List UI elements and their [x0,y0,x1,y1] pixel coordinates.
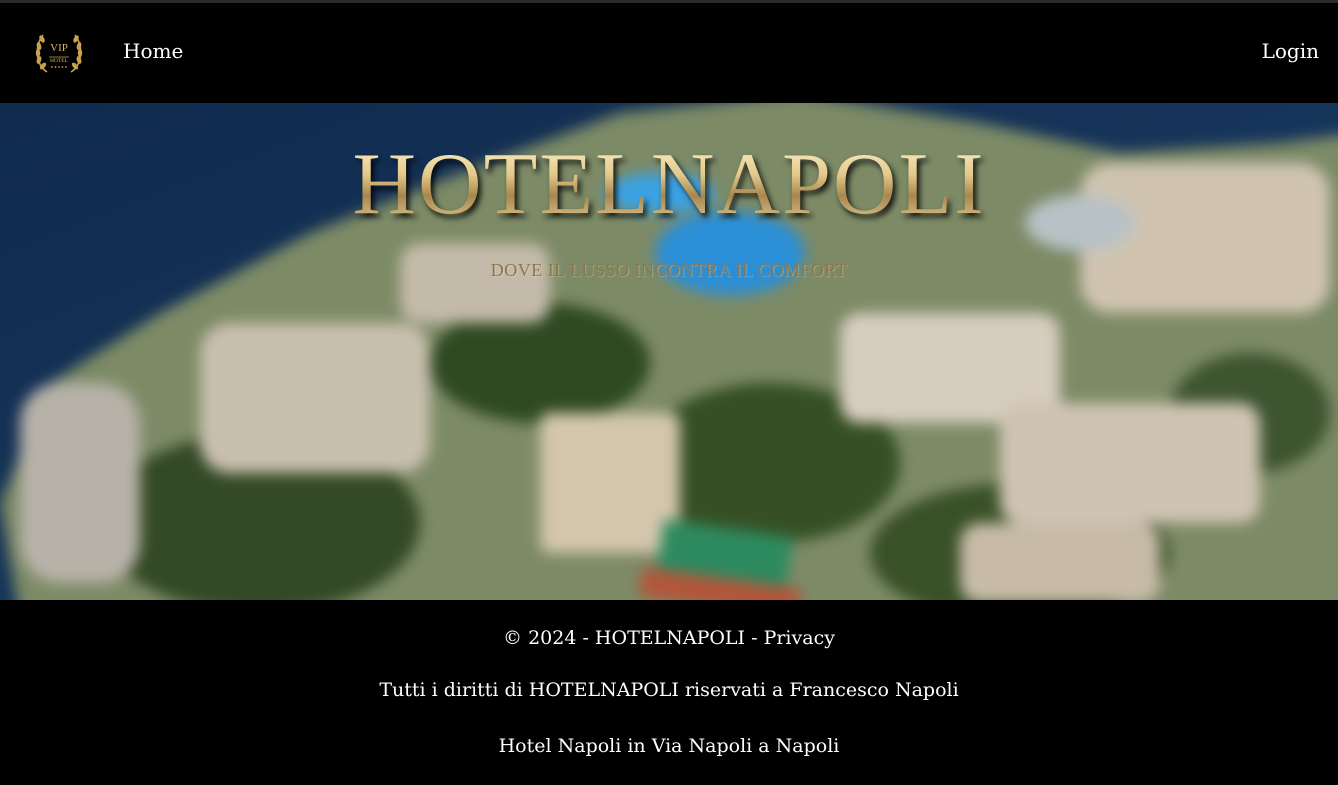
copyright-text: © 2024 - HOTELNAPOLI - [503,627,764,649]
hero-subtitle: DOVE IL LUSSO INCONTRA IL COMFORT [490,260,848,280]
vip-hotel-logo[interactable]: VIP HOTEL [30,27,88,79]
nav-login-link[interactable]: Login [1262,39,1319,63]
footer-rights: Tutti i diritti di HOTELNAPOLI riservati… [379,679,959,701]
footer: © 2024 - HOTELNAPOLI - Privacy Tutti i d… [0,600,1338,785]
privacy-link[interactable]: Privacy [764,627,835,649]
svg-text:HOTEL: HOTEL [50,58,69,64]
nav-home-link[interactable]: Home [123,39,183,63]
navbar: VIP HOTEL Home Login [0,3,1338,103]
footer-address: Hotel Napoli in Via Napoli a Napoli [498,735,840,757]
hero-title: HOTELNAPOLI [0,141,1338,229]
footer-copyright: © 2024 - HOTELNAPOLI - Privacy [0,627,1338,649]
hero-banner: HOTELNAPOLI DOVE IL LUSSO INCONTRA IL CO… [0,103,1338,600]
svg-text:VIP: VIP [50,42,68,54]
